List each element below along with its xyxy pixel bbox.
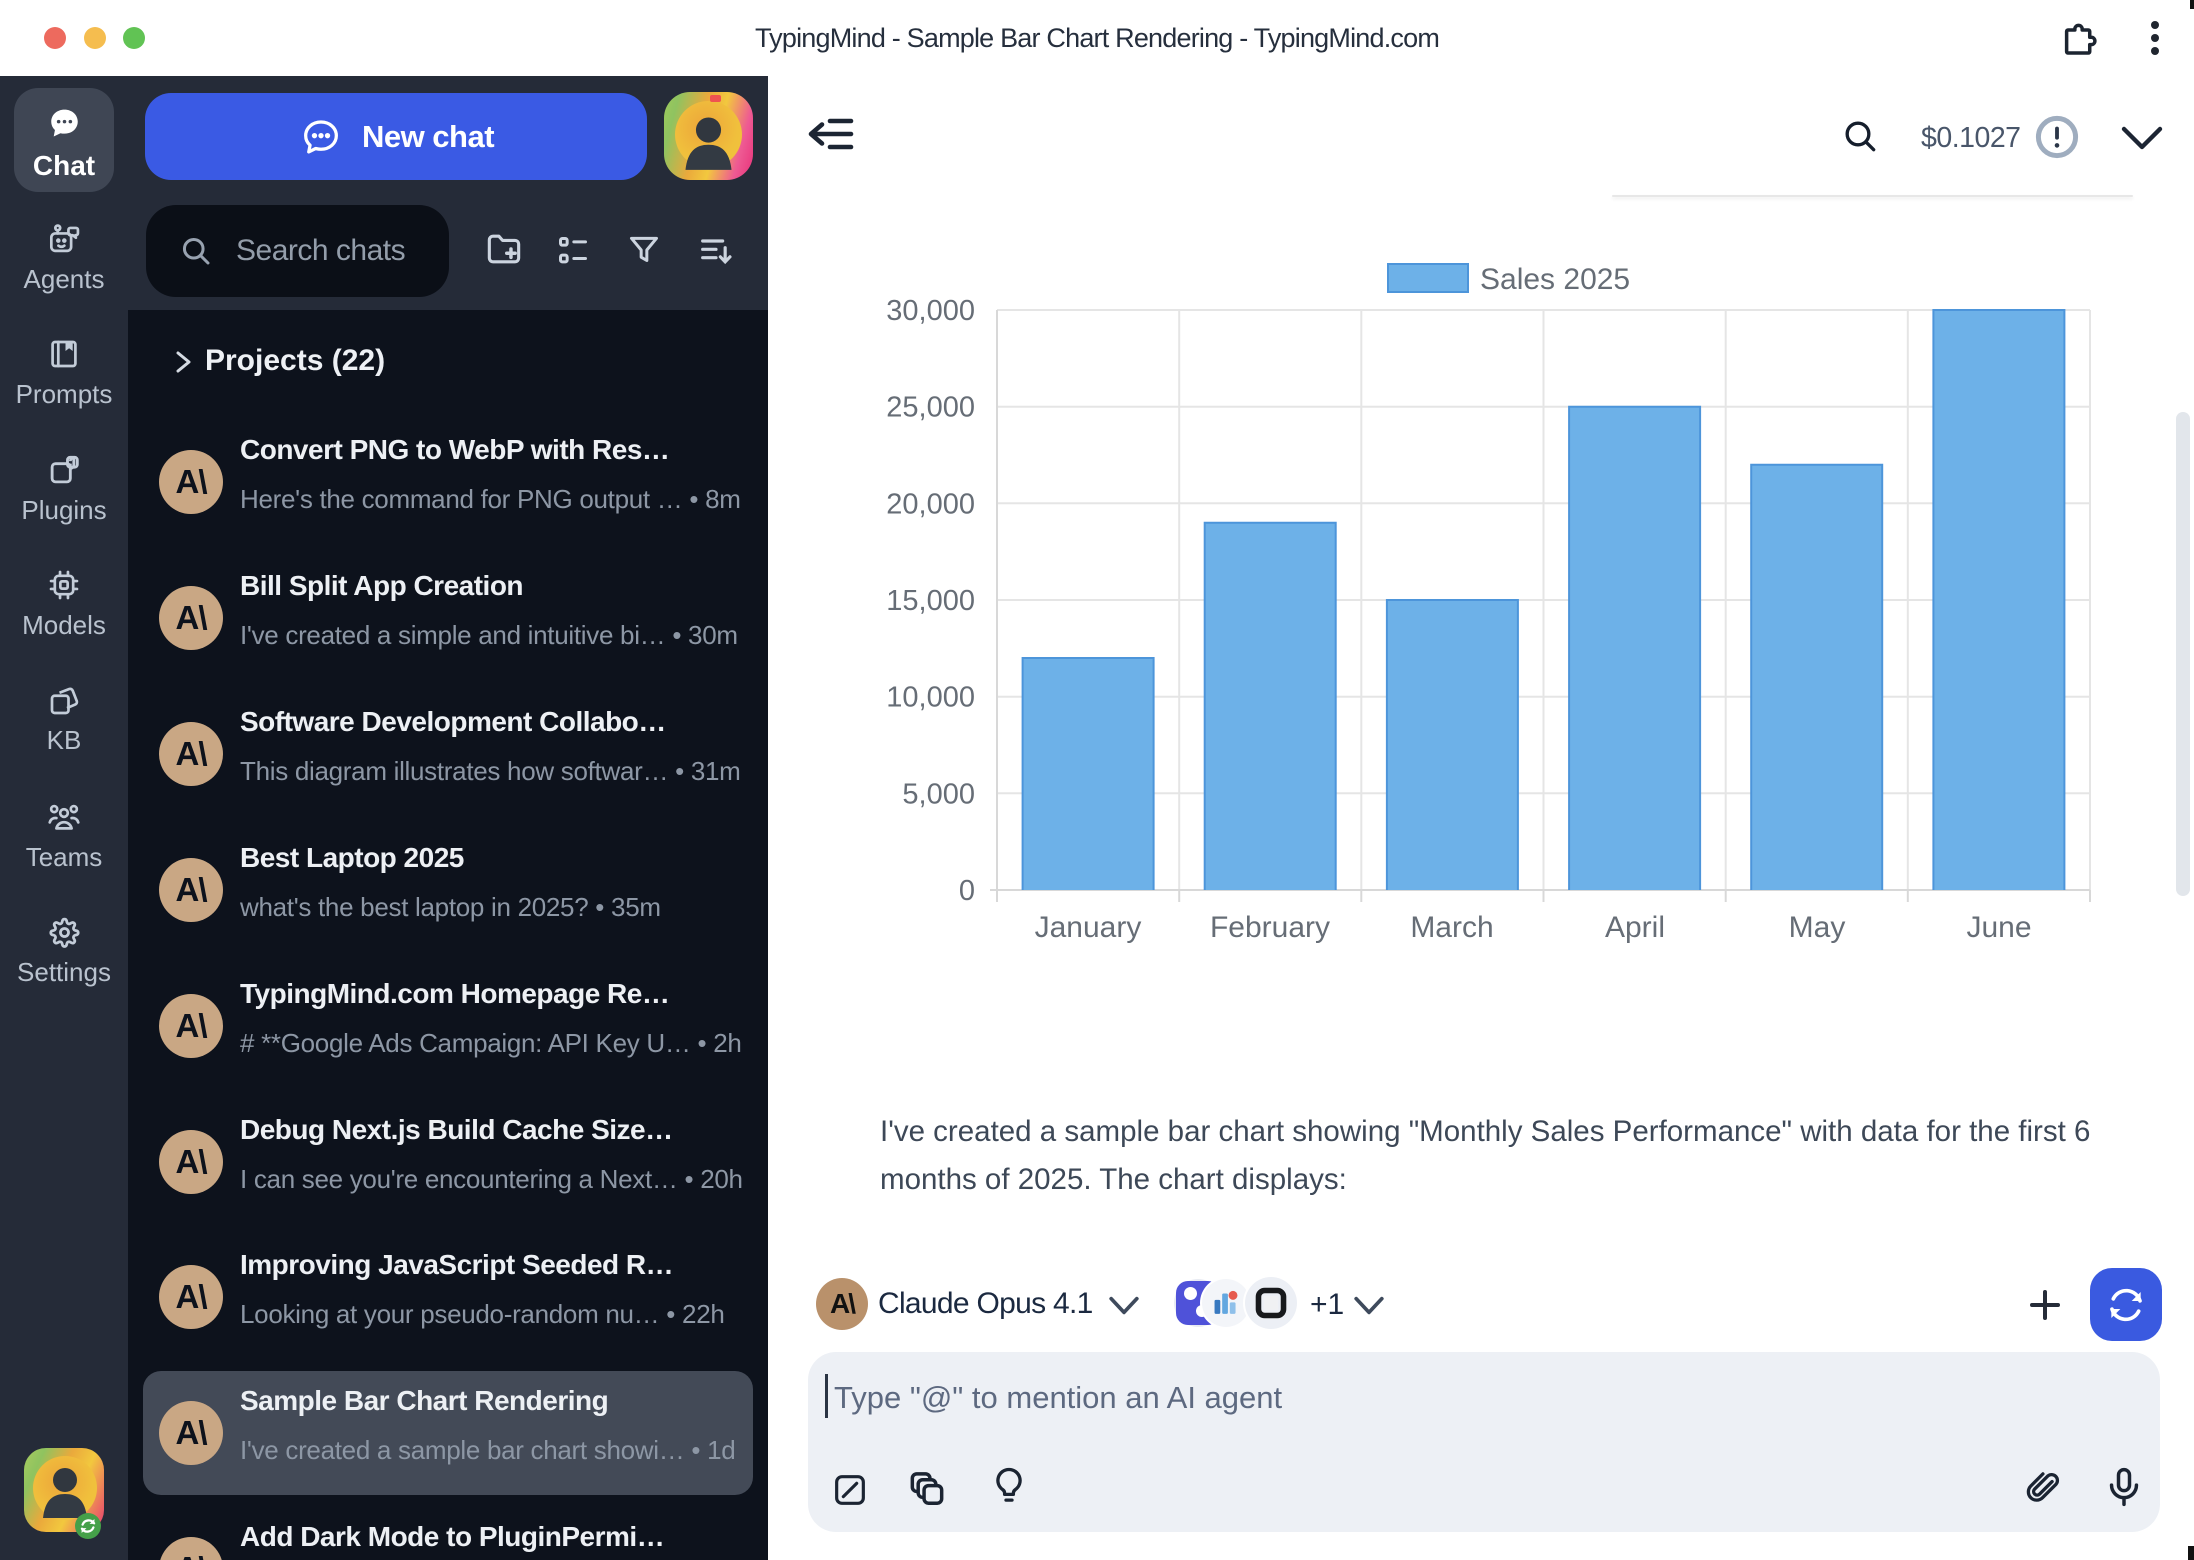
svg-text:January: January — [1035, 911, 1142, 944]
svg-text:10,000: 10,000 — [886, 682, 975, 714]
svg-text:Sales 2025: Sales 2025 — [1480, 263, 1630, 296]
svg-text:May: May — [1789, 911, 1846, 944]
svg-text:March: March — [1410, 911, 1493, 944]
svg-text:20,000: 20,000 — [886, 488, 975, 520]
svg-text:5,000: 5,000 — [902, 778, 975, 810]
svg-text:30,000: 30,000 — [886, 295, 975, 327]
svg-text:25,000: 25,000 — [886, 392, 975, 424]
svg-text:0: 0 — [959, 875, 975, 907]
svg-text:15,000: 15,000 — [886, 585, 975, 617]
svg-text:April: April — [1605, 911, 1665, 944]
svg-text:February: February — [1210, 911, 1330, 944]
svg-text:June: June — [1966, 911, 2031, 944]
